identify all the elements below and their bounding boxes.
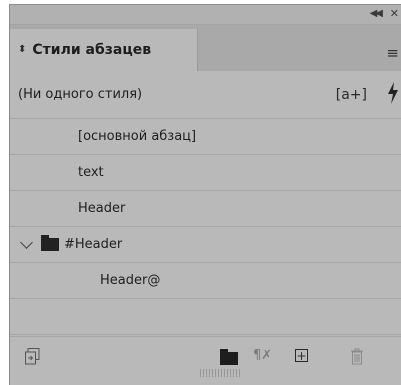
current-style-row: (Ни одного стиля) [a+] — [10, 71, 401, 119]
panel-bottom-bar: ¶✗ + — [10, 336, 401, 377]
clear-overrides-button[interactable]: ¶✗ — [253, 348, 272, 363]
close-icon[interactable]: ✕ — [390, 7, 399, 20]
load-styles-icon[interactable] — [25, 348, 40, 365]
trash-icon[interactable] — [350, 348, 364, 365]
style-label: Header — [78, 201, 126, 216]
lightning-icon[interactable] — [387, 82, 399, 104]
style-group-row[interactable]: #Header — [10, 227, 401, 263]
list-item[interactable]: [основной абзац] — [10, 119, 401, 155]
panel-titlebar: ◀◀ ✕ — [10, 5, 401, 25]
list-item[interactable]: text — [10, 155, 401, 191]
styles-list: [основной абзац] text Header #Header Hea… — [10, 119, 401, 335]
panel-menu-icon[interactable]: ≡ — [386, 44, 399, 62]
empty-row — [10, 299, 401, 335]
up-down-arrows-icon[interactable]: ⬍ — [18, 45, 26, 55]
tab-label: Стили абзацев — [32, 42, 152, 58]
list-item[interactable]: Header — [10, 191, 401, 227]
new-style-override-button[interactable]: [a+] — [336, 87, 367, 103]
paragraph-styles-panel: ◀◀ ✕ ⬍ Стили абзацев ≡ (Ни одного стиля)… — [9, 4, 401, 385]
style-label: Header@ — [100, 273, 161, 288]
tab-paragraph-styles[interactable]: ⬍ Стили абзацев — [10, 29, 198, 71]
folder-icon — [41, 235, 59, 251]
collapse-panel-icon[interactable]: ◀◀ — [370, 8, 383, 19]
group-label: #Header — [64, 237, 123, 252]
new-style-button[interactable]: + — [295, 349, 308, 362]
tab-row: ⬍ Стили абзацев ≡ — [10, 25, 401, 72]
resize-grip[interactable] — [200, 369, 240, 377]
new-group-folder-icon[interactable] — [220, 349, 238, 365]
current-style-label: (Ни одного стиля) — [18, 87, 143, 102]
style-label: text — [78, 165, 104, 180]
chevron-down-icon[interactable] — [20, 235, 33, 249]
style-label: [основной абзац] — [78, 129, 197, 144]
list-item[interactable]: Header@ — [10, 263, 401, 299]
